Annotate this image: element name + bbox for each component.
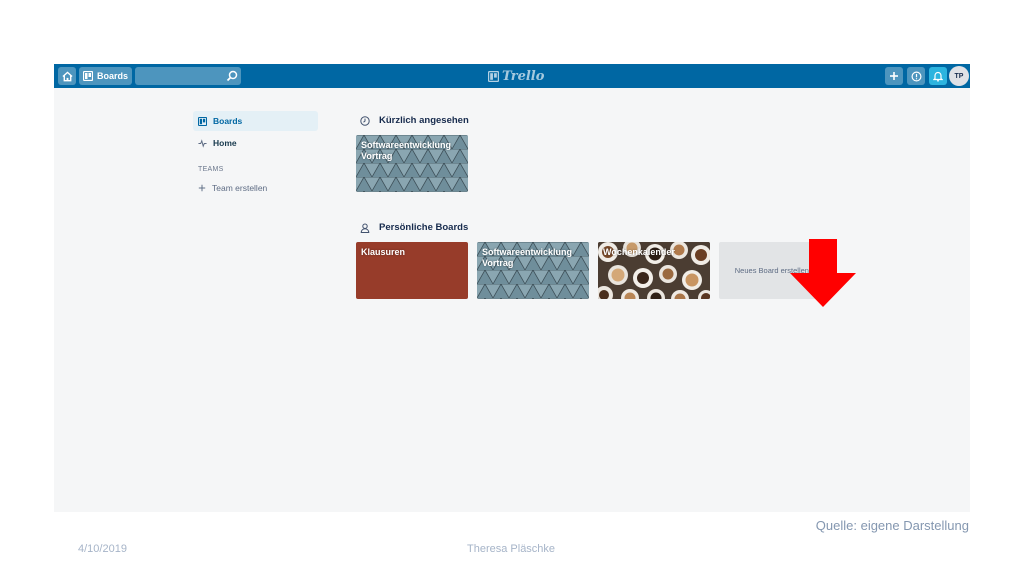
create-team-link[interactable]: Team erstellen [198,183,267,193]
board-icon [83,71,93,81]
plus-icon [890,72,898,80]
teams-section-label: TEAMS [198,166,224,173]
sidebar-item-label: Boards [213,116,243,126]
recently-viewed-title: Kürzlich angesehen [379,115,469,126]
trello-logo-text: Trello [502,68,545,84]
search-icon[interactable] [226,70,238,82]
board-title: Klausuren [361,247,406,257]
personal-boards-heading: Persönliche Boards [360,222,468,233]
board-tile-softwareentwicklung[interactable]: Softwareentwicklung Vortrag [477,242,589,299]
pulse-icon [198,138,207,148]
board-tile-recent-softwareentwicklung[interactable]: Softwareentwicklung Vortrag [356,135,468,192]
info-button[interactable] [907,67,925,85]
source-caption: Quelle: eigene Darstellung [815,518,969,533]
board-tile-wochenkalender[interactable]: Wochenkalender [598,242,710,299]
personal-boards-title: Persönliche Boards [379,222,469,233]
recently-viewed-heading: Kürzlich angesehen [360,115,469,126]
slide-footer-author: Theresa Pläschke [467,543,556,555]
board-icon [198,116,207,126]
clock-icon [360,115,370,126]
person-icon [360,223,370,233]
plus-icon [198,184,206,192]
boards-button-label: Boards [97,71,129,81]
info-icon [911,71,921,81]
sidebar-item-label: Home [213,138,237,148]
slide-footer-date: 4/10/2019 [78,543,127,555]
bell-icon [933,71,943,82]
create-button[interactable] [885,67,903,85]
trello-screenshot: Boards Trello TP Boards Home TEAMS Team … [54,64,970,512]
boards-menu-button[interactable]: Boards [79,67,132,85]
trello-logo-icon [488,70,499,82]
avatar[interactable]: TP [949,66,969,86]
top-navigation-bar: Boards Trello TP [54,64,970,88]
board-title: Wochenkalender [603,247,675,257]
board-tile-klausuren[interactable]: Klausuren [356,242,468,299]
sidebar-item-boards[interactable]: Boards [193,111,318,131]
home-button[interactable] [58,67,76,85]
house-icon [61,70,73,81]
notifications-button[interactable] [929,67,947,85]
create-team-label: Team erstellen [212,183,268,193]
board-title: Softwareentwicklung Vortrag [482,247,573,268]
sidebar-item-home[interactable]: Home [193,133,318,153]
red-arrow-annotation [790,239,856,307]
trello-logo[interactable]: Trello [488,68,544,84]
board-title: Softwareentwicklung Vortrag [361,140,452,161]
